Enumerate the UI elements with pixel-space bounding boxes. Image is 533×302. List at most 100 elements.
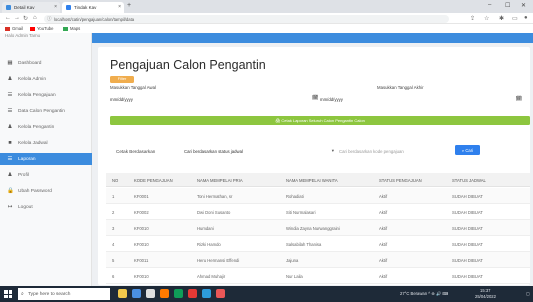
table-row[interactable]: 4 KF0010 Rizki Hamdo Salsabilah Thanisa Akti… <box>106 236 530 252</box>
table-cell: Aktif <box>379 226 388 231</box>
sidebar-item-kelola-admin[interactable]: ♟ Kelola Admin <box>0 73 92 85</box>
search-input[interactable]: Cari berdasarkan kode pengajuan <box>339 146 451 155</box>
print-all-label: Cetak Laporan Seluruh Calon Pengantin Ca… <box>281 118 365 124</box>
system-tray[interactable]: 27°C Berawan ^ ⊕ 🔊 ⌨ <box>400 291 448 297</box>
profile-icon[interactable]: ● <box>524 15 528 21</box>
end-date-placeholder: mm/dd/yyyy <box>320 96 343 102</box>
sidebar-item-profil[interactable]: ♟ Profil <box>0 169 92 181</box>
browser-tab-1[interactable]: Detail Kav × <box>2 2 60 13</box>
table-cell: SUDAH DIBUAT <box>452 194 483 199</box>
back-icon[interactable]: ← <box>5 15 11 21</box>
chevron-down-icon: ▾ <box>331 148 334 153</box>
reload-icon[interactable]: ↻ <box>23 15 28 22</box>
sidebar-item-laporan[interactable]: ☰ Laporan <box>0 153 92 165</box>
page-title: Pengajuan Calon Pengantin <box>110 58 266 72</box>
taskbar-app-icon[interactable] <box>216 289 225 298</box>
extensions-icon[interactable]: ✱ <box>499 15 504 22</box>
top-header-bar <box>92 33 533 43</box>
sidebar-item-logout[interactable]: ↦ Logout <box>0 201 92 213</box>
table-row[interactable]: 3 KF0010 Humdani Windia Zayna Nurwanggraini… <box>106 220 530 236</box>
browser-tab-2[interactable]: Tindak Kav × <box>62 2 124 13</box>
bookmark-gmail[interactable]: Gmail <box>5 26 23 31</box>
tab-close-icon[interactable]: × <box>118 4 121 10</box>
table-cell: Aktif <box>379 242 388 247</box>
bookmark-star-icon[interactable]: ☆ <box>484 15 489 22</box>
url-field[interactable]: ⓘ localhost/catin/pengajuan/calon/tampil… <box>44 15 449 23</box>
list-icon: ☰ <box>7 92 13 98</box>
sidebar-item-label: Kelola Jadwal <box>18 140 48 146</box>
taskbar: ⌕ Type here to search 27°C Berawan ^ ⊕ 🔊… <box>0 286 533 302</box>
close-window-icon[interactable]: ✕ <box>521 2 526 9</box>
list-icon: ☰ <box>7 108 13 114</box>
notifications-icon[interactable]: ▢ <box>526 291 530 296</box>
sidepanel-icon[interactable]: ▭ <box>512 15 518 22</box>
lock-icon: 🔒 <box>7 188 14 194</box>
taskbar-search[interactable]: ⌕ Type here to search <box>18 288 110 300</box>
sidebar-item-label: Laporan <box>18 156 36 162</box>
taskbar-app-icon[interactable] <box>118 289 127 298</box>
taskbar-app-icon[interactable] <box>174 289 183 298</box>
column-header[interactable]: NO <box>112 178 118 183</box>
taskbar-app-icon[interactable] <box>146 289 155 298</box>
sidebar-item-label: Logout <box>18 204 33 210</box>
home-icon[interactable]: ⌂ <box>33 15 37 21</box>
table-cell: Toni Hermathan, sr <box>197 194 233 199</box>
taskbar-app-icon[interactable] <box>160 289 169 298</box>
sidebar-item-label: Kelola Admin <box>18 76 46 82</box>
table-row[interactable]: 1 KF0001 Toni Hermathan, sr Rohadiati Aktif S… <box>106 188 530 204</box>
table-cell: Dwi Doni Susanto <box>197 210 231 215</box>
sidebar-item-dashboard[interactable]: ▦ Dashboard <box>0 57 92 69</box>
status-select[interactable]: Cari berdasarkan status jadwal ▾ <box>184 146 334 155</box>
table-cell: 5 <box>112 258 115 263</box>
forward-icon[interactable]: → <box>14 15 20 21</box>
sidebar-item-label: Kelola Pengajuan <box>18 92 56 98</box>
clock-time[interactable]: 15:37 <box>480 288 490 293</box>
browser-tab-bar: Detail Kav × Tindak Kav × + – ☐ ✕ <box>0 0 533 13</box>
calendar-icon[interactable]: 🗓 <box>312 95 318 101</box>
share-icon[interactable]: ⇪ <box>470 15 475 22</box>
column-header[interactable]: NAMA MEMPELAI WANITA <box>286 178 338 183</box>
clock-date[interactable]: 25/04/2022 <box>475 294 496 299</box>
sidebar-item-kelola-jadwal[interactable]: ■ Kelola Jadwal <box>0 137 92 149</box>
print-all-button[interactable]: 🖨 Cetak Laporan Seluruh Calon Pengantin … <box>110 116 530 125</box>
taskbar-app-icon[interactable] <box>188 289 197 298</box>
maximize-icon[interactable]: ☐ <box>505 2 510 9</box>
search-icon: ⌕ <box>21 290 24 297</box>
windows-start-icon[interactable] <box>4 290 12 298</box>
site-info-icon[interactable]: ⓘ <box>47 16 52 22</box>
table-cell: 2 <box>112 210 115 215</box>
search-button[interactable]: ⌕ Cari <box>455 145 480 155</box>
status-select-value: Cari berdasarkan status jadwal <box>184 148 243 154</box>
table-cell: Nur Laila <box>286 274 303 279</box>
bookmark-maps[interactable]: Maps <box>63 26 80 31</box>
sidebar-item-data-calon-pengantin[interactable]: ☰ Data Calon Pengantin <box>0 105 92 117</box>
sidebar-item-ubah-password[interactable]: 🔒 Ubah Password <box>0 185 92 197</box>
minimize-icon[interactable]: – <box>488 2 491 8</box>
sidebar-item-label: Profil <box>18 172 29 178</box>
sidebar-item-kelola-pengajuan[interactable]: ☰ Kelola Pengajuan <box>0 89 92 101</box>
table-row[interactable]: 6 KF0010 Ahmad Muhajir Nur Laila Aktif SUDAH … <box>106 268 530 284</box>
new-tab-button[interactable]: + <box>127 2 131 9</box>
taskbar-app-icon[interactable] <box>202 289 211 298</box>
column-header[interactable]: KODE PENGAJUAN <box>134 178 173 183</box>
table-row[interactable]: 5 KF0011 Heru Hermansi Effendi Jajuna Aktif S… <box>106 252 530 268</box>
column-header[interactable]: STATUS PENGAJUAN <box>379 178 422 183</box>
taskbar-app-icon[interactable] <box>132 289 141 298</box>
table-cell: Siti Nurmalasari <box>286 210 316 215</box>
end-date-input[interactable]: 🗓 mm/dd/yyyy 🗓 <box>312 94 522 103</box>
bookmark-youtube[interactable]: YouTube <box>30 26 53 31</box>
table-cell: KF0010 <box>134 226 149 231</box>
column-header[interactable]: NAMA MEMPELAI PRIA <box>197 178 243 183</box>
search-by-label: Cetak Berdasarkan <box>116 149 156 154</box>
sidebar-item-label: Kelola Pengantin <box>18 124 55 130</box>
sidebar-brand: Halo Admin Tamu <box>5 33 41 38</box>
start-date-input[interactable]: mm/dd/yyyy <box>110 94 315 103</box>
table-row[interactable]: 2 KF0002 Dwi Doni Susanto Siti Nurmalasari A… <box>106 204 530 220</box>
search-button-label: Cari <box>465 147 474 153</box>
filter-button[interactable]: Filter <box>110 76 134 83</box>
sidebar-item-label: Data Calon Pengantin <box>18 108 65 114</box>
column-header[interactable]: STATUS JADWAL <box>452 178 486 183</box>
tab-close-icon[interactable]: × <box>54 4 57 10</box>
sidebar-item-kelola-pengantin[interactable]: ♟ Kelola Pengantin <box>0 121 92 133</box>
calendar-icon[interactable]: 🗓 <box>516 96 522 102</box>
